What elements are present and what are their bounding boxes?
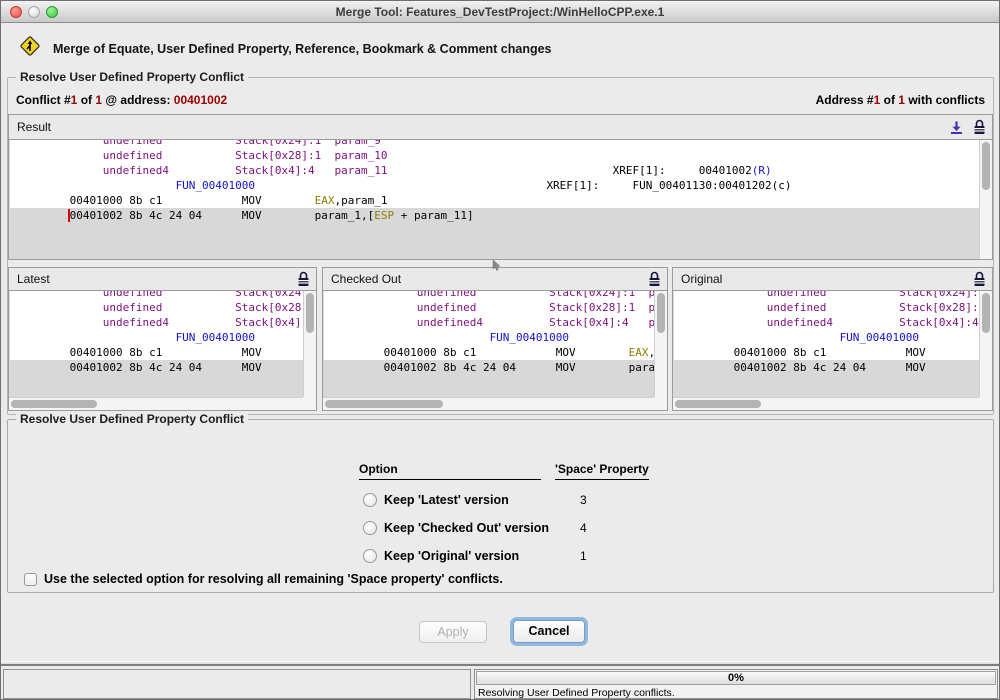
radio-keep-latest-version[interactable] xyxy=(363,493,377,507)
cancel-button[interactable]: Cancel xyxy=(513,620,585,643)
options-group: Resolve User Defined Property Conflict O… xyxy=(7,419,994,593)
zoom-button[interactable] xyxy=(46,6,58,18)
use-for-all-checkbox-label: Use the selected option for resolving al… xyxy=(44,572,503,586)
option-rows: Keep 'Latest' version 3 Keep 'Checked Out'… xyxy=(363,486,783,570)
minimize-button[interactable] xyxy=(28,6,40,18)
merge-tool-window: Merge Tool: Features_DevTestProject:/Win… xyxy=(0,0,1000,700)
space-property-column-header: 'Space' Property xyxy=(555,462,649,480)
radio-keep-original-version[interactable] xyxy=(363,549,377,563)
radio-label: Keep 'Checked Out' version xyxy=(384,521,564,535)
lock-icon[interactable] xyxy=(973,119,986,135)
checked-out-panel-title: Checked Out xyxy=(331,272,648,286)
radio-label: Keep 'Original' version xyxy=(384,549,564,563)
apply-button[interactable]: Apply xyxy=(419,621,487,643)
status-divider xyxy=(1,661,999,666)
latest-listing[interactable]: undefined Stack[0x24]:1 param_9 undefine… xyxy=(10,290,303,397)
original-panel-title: Original xyxy=(681,272,973,286)
radio-keep-checked-out-version[interactable] xyxy=(363,521,377,535)
conflict-group-title: Resolve User Defined Property Conflict xyxy=(16,70,248,84)
status-right-panel: 0% Resolving User Defined Property confl… xyxy=(474,669,998,699)
property-value: 1 xyxy=(580,549,587,563)
address-counter: Address #1 of 1 with conflicts xyxy=(816,93,985,107)
original-horizontal-scrollbar[interactable] xyxy=(673,397,979,410)
result-vertical-scrollbar[interactable] xyxy=(979,140,992,259)
progress-bar: 0% xyxy=(476,671,996,685)
result-listing[interactable]: undefined Stack[0x24]:1 param_9 undefine… xyxy=(10,139,979,259)
lock-icon[interactable] xyxy=(648,271,661,287)
latest-panel: Latest undefined Stack[0x24]:1 param_9 u xyxy=(8,267,317,411)
checked-out-horizontal-scrollbar[interactable] xyxy=(323,397,654,410)
result-panel: Result xyxy=(8,114,993,260)
scroll-to-end-icon[interactable] xyxy=(949,120,964,135)
merge-header-text: Merge of Equate, User Defined Property, … xyxy=(53,42,552,56)
merge-sign-icon xyxy=(19,35,41,62)
conflict-counter: Conflict #1 of 1 @ address: 00401002 xyxy=(16,93,227,107)
checked-out-listing[interactable]: undefined Stack[0x24]:1 param_9 undefine… xyxy=(324,290,654,397)
mouse-cursor xyxy=(492,258,501,276)
option-row: Keep 'Latest' version 3 xyxy=(363,486,783,514)
options-group-title: Resolve User Defined Property Conflict xyxy=(16,412,248,426)
close-button[interactable] xyxy=(10,6,22,18)
status-left-panel xyxy=(3,669,471,699)
title-bar: Merge Tool: Features_DevTestProject:/Win… xyxy=(1,1,999,23)
use-for-all-checkbox[interactable] xyxy=(24,573,37,586)
property-value: 3 xyxy=(580,493,587,507)
latest-panel-title: Latest xyxy=(17,272,297,286)
latest-vertical-scrollbar[interactable] xyxy=(303,291,316,397)
lock-icon[interactable] xyxy=(297,271,310,287)
latest-horizontal-scrollbar[interactable] xyxy=(9,397,303,410)
original-vertical-scrollbar[interactable] xyxy=(979,291,992,397)
status-message: Resolving User Defined Property conflict… xyxy=(478,687,675,699)
property-value: 4 xyxy=(580,521,587,535)
original-panel: Original undefined Stack[0x24]:1 param_9 xyxy=(672,267,993,411)
option-row: Keep 'Checked Out' version 4 xyxy=(363,514,783,542)
radio-label: Keep 'Latest' version xyxy=(384,493,564,507)
checked-out-panel: Checked Out undefined Stack[0x24]:1 para… xyxy=(322,267,668,411)
original-listing[interactable]: undefined Stack[0x24]:1 param_9 undefine… xyxy=(674,290,979,397)
result-panel-title: Result xyxy=(17,120,949,134)
option-row: Keep 'Original' version 1 xyxy=(363,542,783,570)
checked-out-vertical-scrollbar[interactable] xyxy=(654,291,667,397)
window-title: Merge Tool: Features_DevTestProject:/Win… xyxy=(336,5,665,19)
option-column-header: Option xyxy=(359,462,541,480)
lock-icon[interactable] xyxy=(973,271,986,287)
